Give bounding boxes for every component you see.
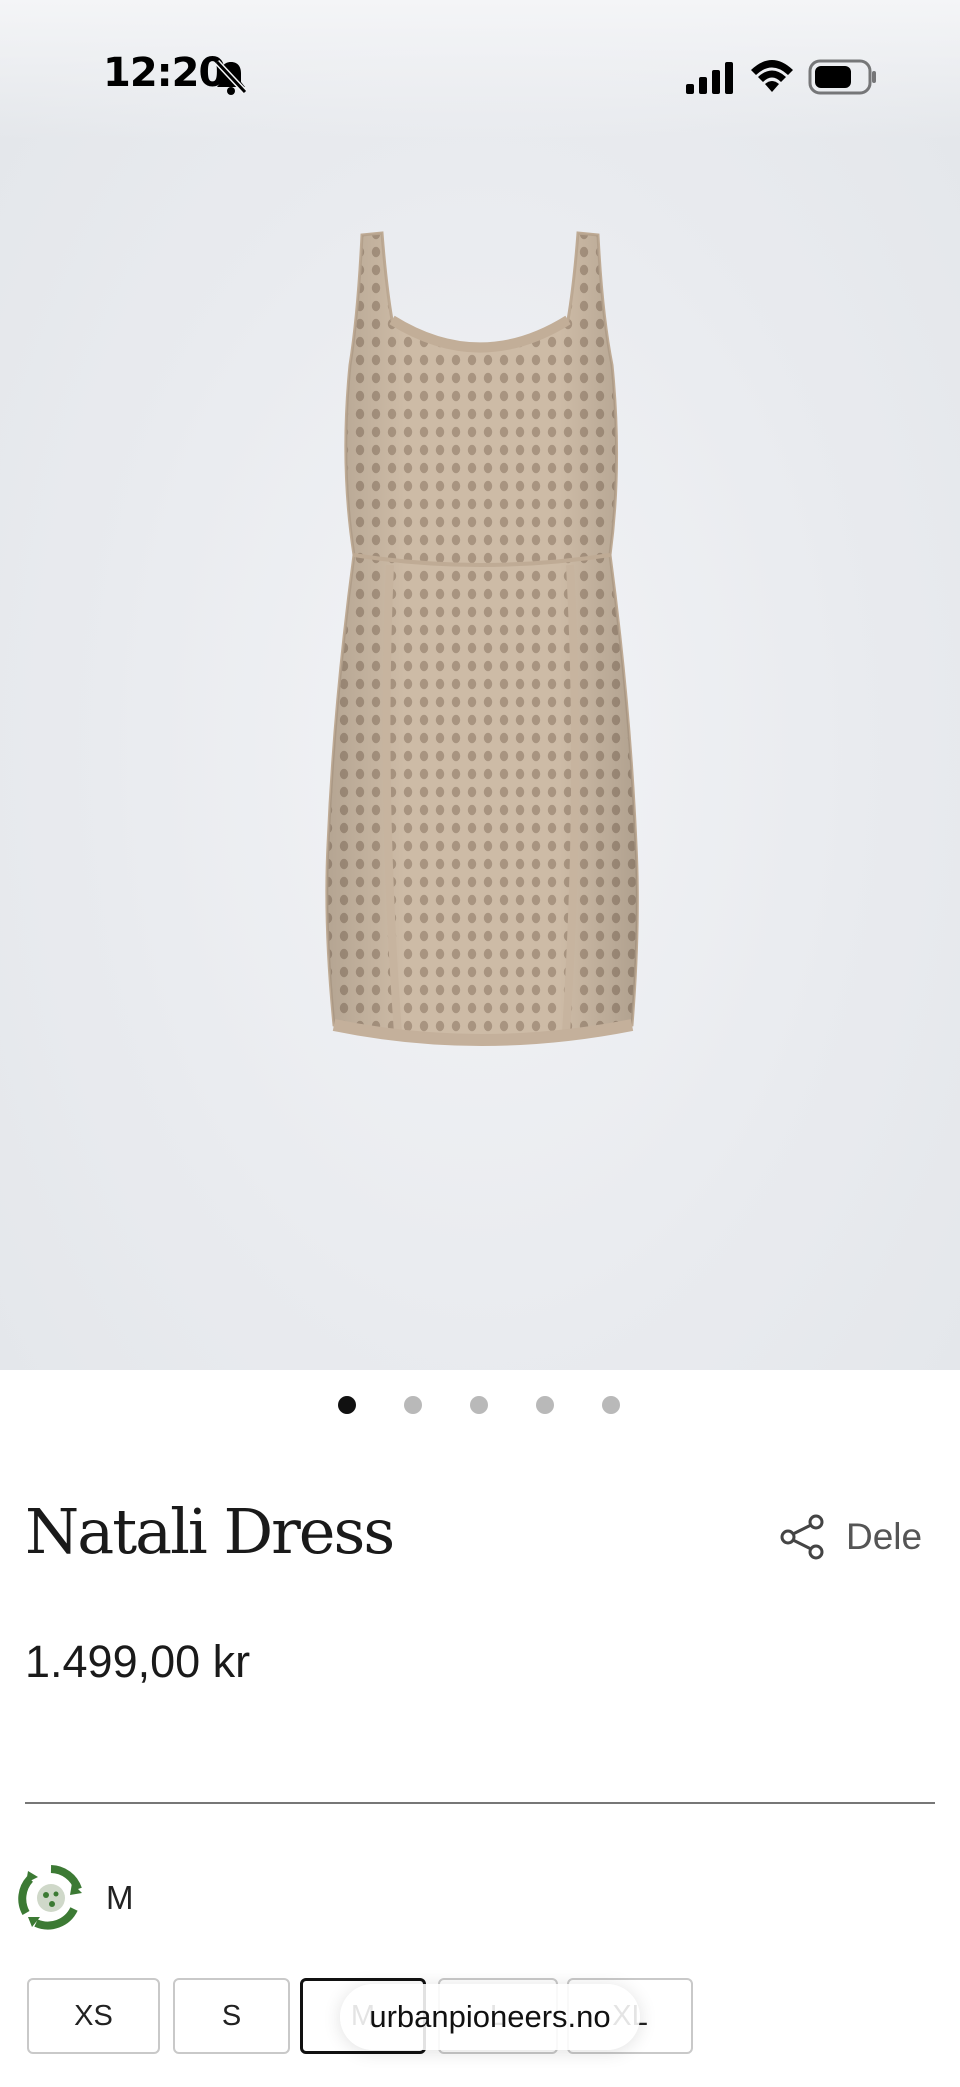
fit-label: M — [106, 1879, 134, 1916]
product-title: Natali Dress — [25, 1495, 395, 1568]
recycle-icon — [18, 1865, 82, 1930]
cellular-signal-icon — [686, 62, 733, 94]
product-image-gallery[interactable] — [0, 0, 960, 1370]
pager-dot[interactable] — [470, 1396, 488, 1414]
share-label: Dele — [846, 1516, 923, 1557]
battery-icon — [808, 59, 876, 95]
size-option-s[interactable]: S — [173, 1978, 290, 2054]
divider — [25, 1802, 935, 1804]
share-icon — [780, 1514, 824, 1560]
pager-dot[interactable] — [338, 1396, 356, 1414]
size-option-xs[interactable]: XS — [27, 1978, 160, 2054]
share-button[interactable]: Dele — [778, 1510, 938, 1564]
status-time: 12:20 — [103, 50, 226, 96]
image-pager — [0, 1393, 960, 1417]
product-price: 1.499,00 kr — [25, 1636, 251, 1687]
bell-slash-icon — [214, 59, 248, 95]
pager-dot[interactable] — [404, 1396, 422, 1414]
browser-url-bar[interactable]: urbanpioneers.no — [340, 1984, 640, 2050]
wifi-icon — [751, 60, 793, 92]
status-bar: 12:20 — [0, 0, 960, 140]
browser-url: urbanpioneers.no — [369, 1999, 611, 2034]
fit-indicator: M — [16, 1863, 134, 1933]
product-image[interactable] — [320, 225, 640, 1075]
pager-dot[interactable] — [536, 1396, 554, 1414]
pager-dot[interactable] — [602, 1396, 620, 1414]
